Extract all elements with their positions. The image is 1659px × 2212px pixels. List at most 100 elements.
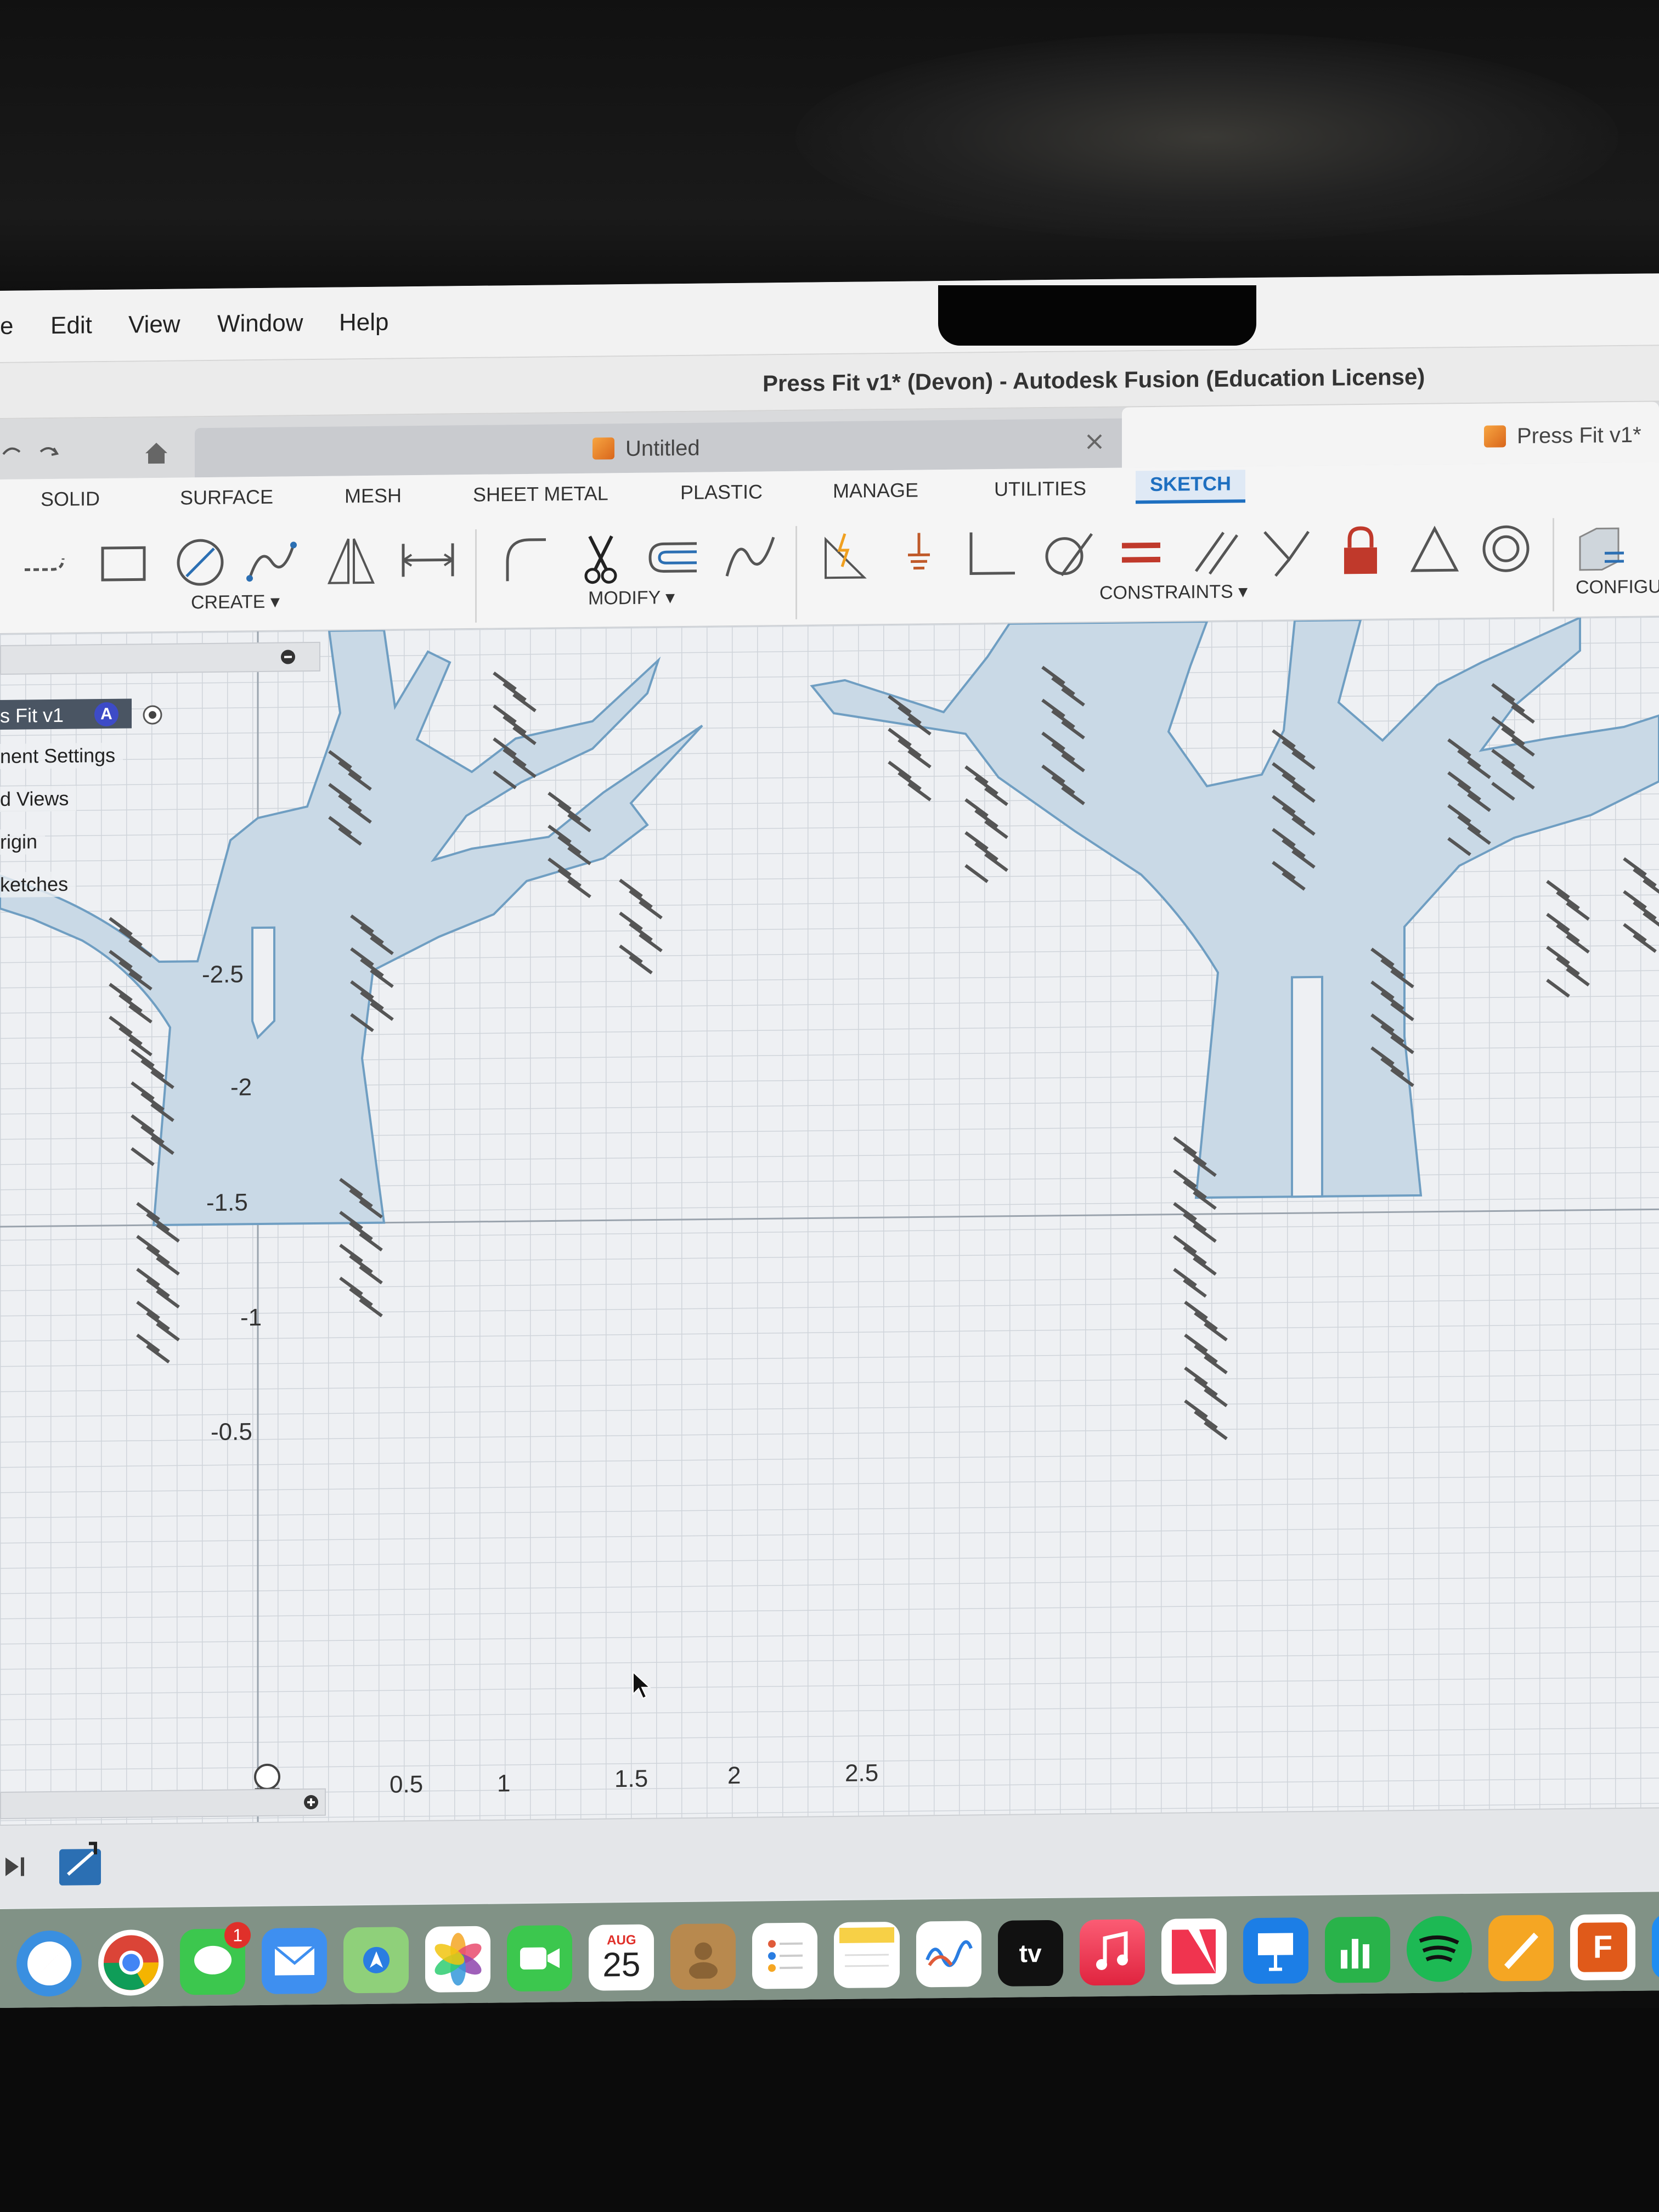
sketch-canvas[interactable]: s Fit v1 A nent Settings d Views rigin k… [0, 617, 1659, 1825]
constraint-hatch [131, 1114, 155, 1133]
equal-tool[interactable] [1111, 522, 1171, 583]
messages-icon[interactable]: 1 [180, 1922, 251, 1995]
keynote-icon[interactable] [1243, 1917, 1308, 1984]
curve-tool[interactable] [719, 526, 779, 587]
modify-group-label[interactable]: MODIFY ▾ [588, 586, 675, 610]
play-end-icon[interactable] [0, 1853, 33, 1881]
auto-constrain-tool[interactable] [812, 525, 872, 586]
spotify-icon[interactable] [1406, 1915, 1472, 1983]
browser-root-label: s Fit v1 [0, 703, 64, 727]
tab-press-fit[interactable]: Press Fit v1* [1122, 402, 1659, 468]
constraint-hatch [1370, 1046, 1395, 1065]
spline-icon [246, 541, 297, 582]
tab-plastic[interactable]: PLASTIC [680, 480, 763, 504]
menu-help[interactable]: Help [339, 309, 389, 337]
tab-press-fit-label: Press Fit v1* [1517, 422, 1641, 449]
chrome-icon[interactable] [98, 1929, 164, 1996]
browser-item-sketches[interactable]: ketches [0, 871, 76, 898]
reminders-icon[interactable] [752, 1922, 818, 1989]
constraint-hatch [150, 1070, 174, 1090]
mirror-tool[interactable] [321, 531, 381, 591]
constraint-hatch [146, 1278, 170, 1298]
timeline-sketch-icon[interactable] [55, 1841, 110, 1891]
constraint-hatch [338, 794, 362, 813]
home-icon[interactable] [143, 439, 170, 467]
constraint-hatch [1491, 683, 1515, 702]
fix-tool[interactable] [1330, 520, 1391, 580]
create-group-label[interactable]: CREATE ▾ [191, 591, 280, 614]
dimension-tool[interactable] [398, 529, 458, 590]
fillet-tool[interactable] [494, 528, 554, 589]
constraints-group-label[interactable]: CONSTRAINTS ▾ [1099, 580, 1248, 604]
tangent-tool[interactable] [1037, 523, 1097, 584]
constraint-hatch [140, 1092, 165, 1111]
tab-solid[interactable]: SOLID [41, 487, 100, 511]
constraint-hatch [512, 759, 537, 778]
expand-icon[interactable] [303, 1794, 319, 1810]
pages-icon[interactable] [1488, 1915, 1554, 1982]
collinear-tool[interactable] [1256, 521, 1317, 582]
maps-icon[interactable] [343, 1927, 409, 1994]
constraint-hatch [888, 760, 912, 780]
constraint-hatch [1566, 967, 1590, 987]
constraint-hatch [1193, 1256, 1217, 1276]
parallel-tool[interactable] [1185, 521, 1245, 582]
menu-view[interactable]: View [128, 311, 180, 339]
trim-tool[interactable] [571, 528, 631, 589]
constraint-hatch [1457, 749, 1481, 769]
photos-icon[interactable] [425, 1926, 491, 1993]
undo-icon[interactable] [0, 441, 22, 463]
visibility-radio-icon[interactable] [142, 704, 163, 726]
browser-item-views[interactable]: d Views [0, 786, 77, 812]
rectangle-tool[interactable] [93, 533, 154, 594]
menu-window[interactable]: Window [217, 309, 303, 338]
safari-icon[interactable] [16, 1930, 82, 1997]
perpendicular-tool[interactable] [960, 524, 1020, 585]
menu-app[interactable]: e [0, 313, 13, 340]
constraint-hatch [1390, 1035, 1414, 1054]
constraint-hatch [1556, 923, 1580, 943]
constraint-hatch [1272, 762, 1296, 781]
circle-tool[interactable] [170, 532, 230, 593]
line-tool[interactable] [16, 534, 77, 595]
offset-tool[interactable] [642, 527, 702, 588]
mail-icon[interactable] [262, 1927, 328, 1995]
configure-group-label[interactable]: CONFIGU [1576, 576, 1659, 599]
notes-icon[interactable] [834, 1921, 900, 1989]
triangle-constraint-tool[interactable] [1404, 519, 1465, 580]
fusion-icon[interactable]: F [1570, 1914, 1635, 1981]
collapse-icon[interactable] [280, 648, 296, 665]
menu-edit[interactable]: Edit [50, 312, 92, 340]
constraint-hatch [119, 928, 143, 947]
apple-tv-icon[interactable]: tv [997, 1920, 1063, 1987]
spline-tool[interactable] [241, 531, 302, 592]
tab-surface[interactable]: SURFACE [180, 486, 273, 510]
news-icon[interactable] [1161, 1918, 1227, 1985]
app-store-icon[interactable] [1651, 1913, 1659, 1980]
browser-root-item[interactable]: s Fit v1 A [0, 698, 132, 730]
tab-sheet-metal[interactable]: SHEET METAL [473, 482, 608, 506]
concentric-tool[interactable] [1476, 518, 1536, 579]
browser-item-origin[interactable]: rigin [0, 829, 46, 855]
coincident-tool[interactable] [889, 524, 949, 585]
constraint-hatch [1183, 1278, 1207, 1298]
constraint-hatch [119, 1026, 143, 1046]
calendar-icon[interactable]: AUG 25 [589, 1924, 654, 1991]
close-tab-icon[interactable] [1084, 431, 1105, 453]
freeform-icon[interactable] [916, 1921, 981, 1988]
contacts-icon[interactable] [670, 1923, 736, 1990]
numbers-icon[interactable] [1324, 1916, 1390, 1983]
tab-utilities[interactable]: UTILITIES [994, 477, 1086, 501]
constraint-hatch [503, 748, 527, 768]
configure-tool[interactable] [1569, 517, 1629, 578]
tab-sketch[interactable]: SKETCH [1136, 470, 1246, 504]
tab-untitled[interactable]: Untitled [195, 418, 1127, 478]
redo-icon[interactable] [38, 441, 60, 462]
tab-mesh[interactable]: MESH [345, 484, 402, 507]
triangle-icon [1410, 526, 1459, 572]
music-icon[interactable] [1079, 1919, 1145, 1986]
browser-item-settings[interactable]: nent Settings [0, 742, 123, 769]
constraint-hatch [888, 695, 912, 714]
facetime-icon[interactable] [507, 1925, 573, 1992]
tab-manage[interactable]: MANAGE [833, 478, 918, 503]
